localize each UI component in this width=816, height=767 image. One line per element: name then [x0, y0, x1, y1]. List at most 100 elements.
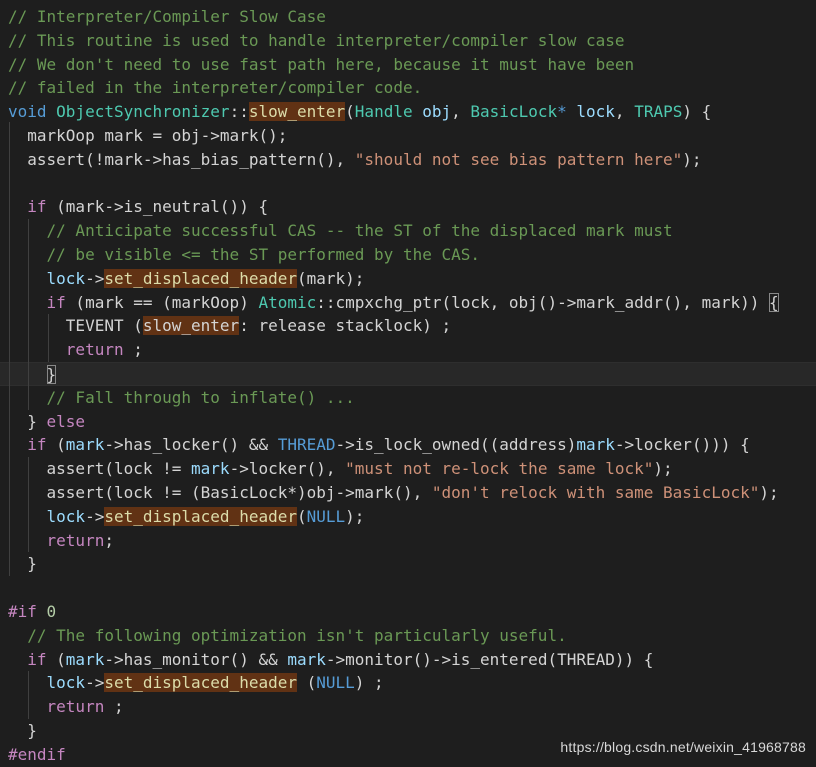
code-line[interactable]: // be visible <= the ST performed by the…: [0, 243, 816, 267]
code-line[interactable]: assert(lock != (BasicLock*)obj->mark(), …: [0, 481, 816, 505]
code-token: slow_enter: [142, 316, 240, 336]
code-line[interactable]: if (mark == (markOop) Atomic::cmpxchg_pt…: [0, 291, 816, 315]
code-token: return: [46, 530, 105, 550]
code-token: }: [46, 365, 57, 384]
code-line[interactable]: // Anticipate successful CAS -- the ST o…: [0, 219, 816, 243]
code-token: mark: [576, 435, 615, 455]
code-line[interactable]: // Fall through to inflate() ...: [0, 386, 816, 410]
code-line[interactable]: // We don't need to use fast path here, …: [0, 53, 816, 77]
code-token: if: [46, 292, 66, 312]
code-token: // We don't need to use fast path here, …: [8, 54, 635, 74]
code-token: ->locker())) {: [614, 435, 750, 455]
code-token: #endif: [8, 744, 66, 764]
code-line[interactable]: lock->set_displaced_header(mark);: [0, 267, 816, 291]
code-token: ) {: [682, 102, 712, 122]
code-line[interactable]: return ;: [0, 338, 816, 362]
code-line[interactable]: lock->set_displaced_header(NULL);: [0, 505, 816, 529]
code-line[interactable]: void ObjectSynchronizer::slow_enter(Hand…: [0, 100, 816, 124]
code-token: ->monitor()->is_entered(THREAD)) {: [325, 649, 654, 669]
code-token: "should not see bias pattern here": [354, 149, 683, 169]
code-token: "must not re-lock the same lock": [345, 459, 654, 479]
code-token: return: [65, 340, 124, 360]
code-token: }: [8, 721, 37, 740]
code-line[interactable]: // Interpreter/Compiler Slow Case: [0, 5, 816, 29]
code-line[interactable]: if (mark->has_locker() && THREAD->is_loc…: [0, 433, 816, 457]
code-line[interactable]: assert(lock != mark->locker(), "must not…: [0, 457, 816, 481]
code-token: markOop mark = obj->mark();: [8, 126, 288, 145]
code-line[interactable]: // failed in the interpreter/compiler co…: [0, 76, 816, 100]
code-token: // The following optimization isn't part…: [8, 625, 567, 645]
code-token: ->: [85, 673, 105, 693]
code-line[interactable]: } else: [0, 410, 816, 434]
code-line[interactable]: // This routine is used to handle interp…: [0, 29, 816, 53]
code-token: (mark);: [296, 268, 365, 288]
code-line[interactable]: lock->set_displaced_header (NULL) ;: [0, 671, 816, 695]
code-token: (mark->is_neutral()) {: [46, 197, 269, 217]
code-token: // failed in the interpreter/compiler co…: [8, 78, 423, 98]
code-token: 0: [46, 602, 57, 621]
code-token: ,: [614, 102, 635, 122]
code-token: // be visible <= the ST performed by the…: [8, 245, 481, 264]
code-token: ObjectSynchronizer: [56, 102, 230, 122]
code-token: NULL: [306, 506, 346, 526]
code-line[interactable]: if (mark->has_monitor() && mark->monitor…: [0, 648, 816, 672]
code-token: );: [759, 483, 779, 502]
code-token: mark: [65, 435, 105, 455]
code-token: ;: [123, 340, 143, 360]
code-token: lock: [576, 102, 615, 122]
code-token: }: [8, 411, 47, 431]
code-line[interactable]: [0, 576, 816, 600]
code-token: if: [27, 435, 47, 455]
code-token: ->has_monitor() &&: [104, 649, 288, 669]
code-line[interactable]: }: [0, 362, 816, 386]
code-token: ::: [229, 102, 249, 122]
code-token: assert(!mark->has_bias_pattern(),: [8, 149, 355, 169]
code-token: ;: [104, 530, 114, 550]
code-editor[interactable]: // Interpreter/Compiler Slow Case // This…: [0, 0, 816, 764]
code-line[interactable]: TEVENT (slow_enter: release stacklock) ;: [0, 314, 816, 338]
code-token: if: [27, 649, 47, 669]
code-token: mark: [65, 649, 105, 669]
code-line[interactable]: [0, 172, 816, 196]
code-token: (: [296, 506, 307, 526]
code-token: ->: [85, 268, 105, 288]
code-token: ;: [104, 697, 124, 717]
code-line[interactable]: return;: [0, 529, 816, 553]
code-line[interactable]: #if 0: [0, 600, 816, 624]
code-token: lock: [46, 268, 86, 288]
code-token: {: [769, 292, 779, 312]
code-token: void: [8, 102, 47, 122]
code-line[interactable]: }: [0, 552, 816, 576]
code-line[interactable]: markOop mark = obj->mark();: [0, 124, 816, 148]
code-token: NULL: [316, 673, 355, 693]
code-token: : release stacklock) ;: [239, 316, 452, 336]
code-token: lock: [46, 673, 86, 693]
code-token: *: [557, 102, 567, 122]
code-line[interactable]: if (mark->is_neutral()) {: [0, 195, 816, 219]
code-line[interactable]: return ;: [0, 695, 816, 719]
code-token: );: [653, 459, 673, 479]
code-token: slow_enter: [248, 102, 346, 122]
code-token: #if: [8, 602, 37, 621]
code-token: return: [46, 697, 105, 717]
code-line[interactable]: // The following optimization isn't part…: [0, 624, 816, 648]
code-token: (: [46, 435, 66, 455]
code-token: mark: [287, 649, 326, 669]
code-token: set_displaced_header: [104, 268, 297, 288]
code-token: // Anticipate successful CAS -- the ST o…: [8, 221, 673, 241]
code-token: (: [46, 649, 66, 669]
code-token: // Interpreter/Compiler Slow Case: [8, 7, 326, 26]
code-token: }: [8, 554, 37, 574]
code-token: ->is_lock_owned((address): [335, 435, 577, 455]
code-token: else: [46, 411, 86, 431]
code-token: // Fall through to inflate() ...: [8, 387, 355, 407]
code-token: set_displaced_header: [104, 673, 297, 693]
code-token: (: [345, 102, 355, 122]
code-line[interactable]: assert(!mark->has_bias_pattern(), "shoul…: [0, 148, 816, 172]
